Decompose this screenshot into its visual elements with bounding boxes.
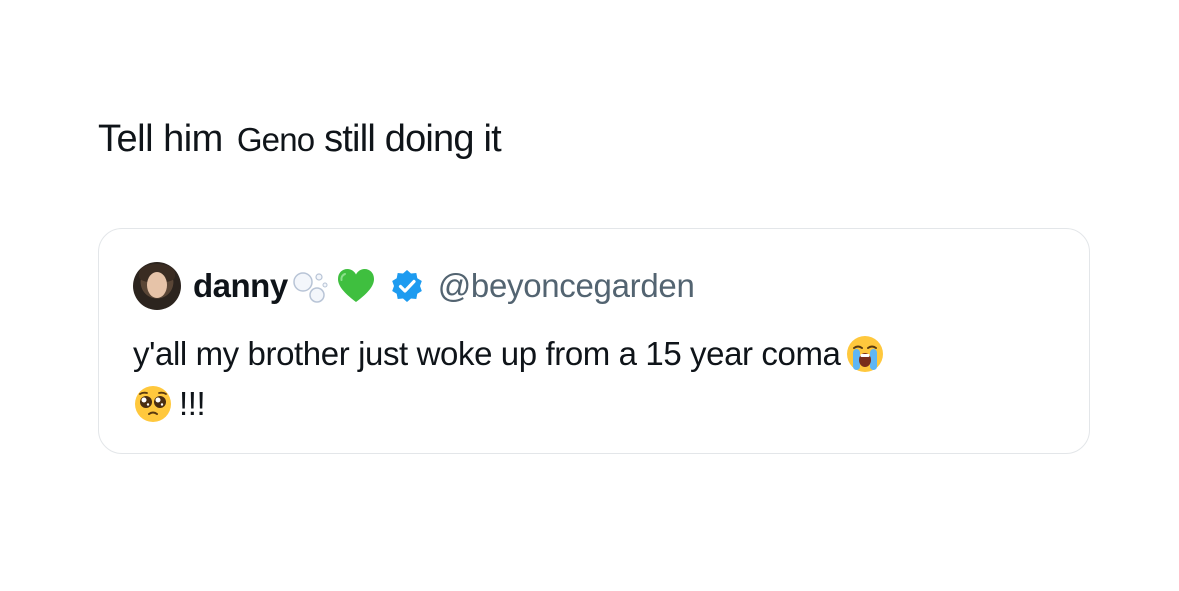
handle[interactable]: @beyoncegarden [438, 267, 695, 305]
verified-badge-icon [391, 270, 422, 302]
loudly-crying-face-icon [846, 336, 883, 372]
quoted-tweet-card[interactable]: danny @beyoncegarden y'all my brother ju… [98, 228, 1090, 454]
tweet-text: Tell him Geno still doing it [98, 118, 502, 161]
quoted-tweet-text-2: !!! [179, 385, 206, 422]
display-name[interactable]: danny [193, 267, 288, 305]
quoted-tweet-line-2: !!! [133, 379, 1063, 429]
quoted-tweet-body: y'all my brother just woke up from a 15 … [133, 329, 1063, 429]
quoted-tweet-line-1: y'all my brother just woke up from a 15 … [133, 329, 1063, 379]
green-heart-icon [337, 269, 374, 302]
tweet-text-part2: Geno still doing it [236, 118, 502, 160]
quoted-tweet-header: danny @beyoncegarden [133, 261, 695, 311]
tweet-text-part2-name: Geno [236, 121, 315, 158]
quoted-tweet-text-1: y'all my brother just woke up from a 15 … [133, 335, 841, 372]
tweet-text-part2-rest: still doing it [314, 118, 502, 160]
pleading-face-icon [135, 386, 171, 422]
avatar[interactable] [133, 262, 181, 310]
bubbles-icon [292, 272, 328, 303]
tweet-text-part1: Tell him [98, 118, 223, 160]
